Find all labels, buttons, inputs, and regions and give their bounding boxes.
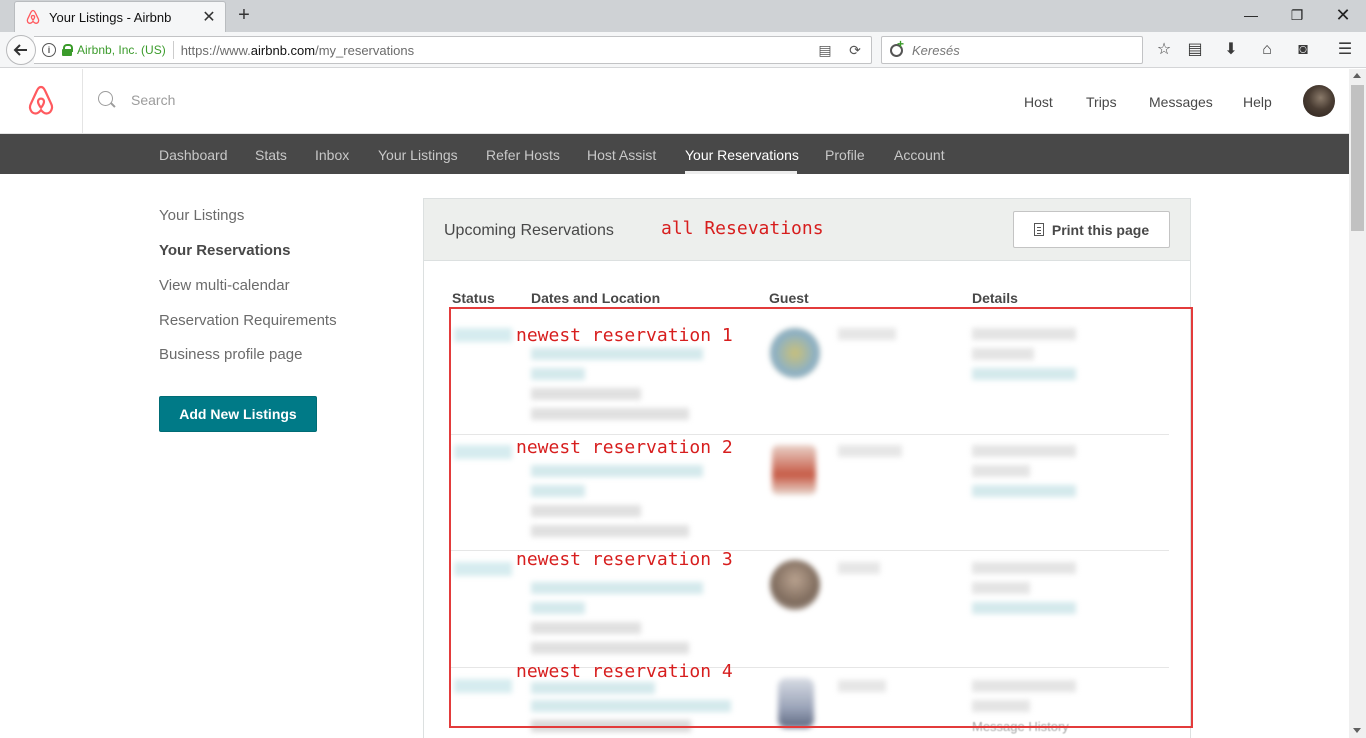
- annotation-reservation-4: newest reservation 4: [516, 661, 733, 682]
- host-subnav: Dashboard Stats Inbox Your Listings Refe…: [0, 134, 1349, 174]
- bookmark-star-icon[interactable]: ☆: [1155, 41, 1173, 59]
- reload-icon[interactable]: ⟳: [847, 42, 863, 58]
- subnav-item-refer-hosts[interactable]: Refer Hosts: [486, 147, 560, 163]
- sidebar-item-business-profile[interactable]: Business profile page: [159, 346, 302, 363]
- scroll-thumb[interactable]: [1351, 85, 1364, 231]
- back-button[interactable]: [6, 35, 36, 65]
- sidebar-item-your-reservations[interactable]: Your Reservations: [159, 242, 290, 259]
- url-divider: [172, 41, 174, 59]
- new-tab-button[interactable]: +: [233, 5, 255, 27]
- browser-search-box[interactable]: Keresés: [881, 36, 1143, 64]
- site-info-icon[interactable]: i: [42, 43, 56, 57]
- airbnb-favicon-icon: [26, 9, 40, 24]
- lock-icon: [62, 44, 73, 56]
- subnav-item-dashboard[interactable]: Dashboard: [159, 147, 228, 163]
- sidebar-item-reservation-requirements[interactable]: Reservation Requirements: [159, 312, 337, 329]
- airbnb-logo[interactable]: [0, 69, 83, 133]
- subnav-item-your-reservations[interactable]: Your Reservations: [685, 147, 799, 163]
- reader-view-icon[interactable]: ▤: [817, 42, 833, 58]
- active-tab-indicator: [685, 171, 797, 174]
- downloads-icon[interactable]: ⬇: [1222, 41, 1240, 59]
- header-link-trips[interactable]: Trips: [1086, 94, 1117, 110]
- column-header-details: Details: [972, 290, 1018, 306]
- subnav-item-host-assist[interactable]: Host Assist: [587, 147, 656, 163]
- close-window-icon[interactable]: ✕: [1320, 0, 1366, 30]
- menu-hamburger-icon[interactable]: ☰: [1336, 41, 1354, 59]
- url-text[interactable]: https://www.airbnb.com/my_reservations: [181, 43, 817, 58]
- site-search: [98, 91, 431, 109]
- tab-close-icon[interactable]: ✕: [201, 7, 217, 27]
- subnav-item-inbox[interactable]: Inbox: [315, 147, 349, 163]
- sidebar-item-multi-calendar[interactable]: View multi-calendar: [159, 277, 290, 294]
- browser-tab[interactable]: Your Listings - Airbnb ✕: [14, 1, 226, 32]
- annotation-reservation-3: newest reservation 3: [516, 549, 733, 570]
- search-icon: [98, 91, 116, 109]
- column-header-dates-location: Dates and Location: [531, 290, 661, 306]
- search-engine-icon[interactable]: [890, 37, 906, 58]
- minimize-window-icon[interactable]: —: [1228, 0, 1274, 30]
- subnav-item-profile[interactable]: Profile: [825, 147, 865, 163]
- column-header-status: Status: [452, 290, 495, 306]
- header-link-messages[interactable]: Messages: [1149, 94, 1213, 110]
- subnav-item-stats[interactable]: Stats: [255, 147, 287, 163]
- annotation-all-reservations: all Resevations: [661, 218, 824, 239]
- home-icon[interactable]: ⌂: [1258, 41, 1276, 59]
- column-header-guest: Guest: [769, 290, 809, 306]
- address-bar[interactable]: i Airbnb, Inc. (US) https://www.airbnb.c…: [34, 36, 872, 64]
- annotation-reservation-1: newest reservation 1: [516, 325, 733, 346]
- header-link-host[interactable]: Host: [1024, 94, 1053, 110]
- reading-list-icon[interactable]: ▤: [1186, 41, 1204, 59]
- print-button-label: Print this page: [1051, 221, 1150, 238]
- site-header: Host Trips Messages Help: [0, 69, 1349, 134]
- header-link-help[interactable]: Help: [1243, 94, 1272, 110]
- browser-tab-strip: Your Listings - Airbnb ✕ + — ❐ ✕: [0, 0, 1366, 32]
- pocket-icon[interactable]: ◙: [1294, 41, 1312, 59]
- print-page-button[interactable]: Print this page: [1013, 211, 1170, 248]
- browser-navigation-bar: i Airbnb, Inc. (US) https://www.airbnb.c…: [0, 32, 1366, 68]
- subnav-item-account[interactable]: Account: [894, 147, 945, 163]
- site-identity[interactable]: Airbnb, Inc. (US): [77, 43, 166, 57]
- panel-title: Upcoming Reservations: [444, 222, 614, 239]
- restore-window-icon[interactable]: ❐: [1274, 0, 1320, 30]
- annotation-reservation-2: newest reservation 2: [516, 437, 733, 458]
- scroll-down-icon[interactable]: [1353, 728, 1361, 733]
- airbnb-logo-icon: [28, 85, 54, 115]
- add-new-listings-button[interactable]: Add New Listings: [159, 396, 317, 432]
- sidebar-item-your-listings[interactable]: Your Listings: [159, 207, 244, 224]
- document-icon: [1033, 223, 1044, 236]
- tab-title: Your Listings - Airbnb: [49, 9, 172, 25]
- avatar[interactable]: [1303, 85, 1335, 117]
- subnav-item-your-listings[interactable]: Your Listings: [378, 147, 458, 163]
- search-input[interactable]: [131, 92, 431, 108]
- scroll-up-icon[interactable]: [1353, 73, 1361, 78]
- page-scrollbar[interactable]: [1349, 69, 1366, 738]
- browser-search-placeholder: Keresés: [912, 42, 960, 58]
- back-arrow-icon: [13, 44, 27, 56]
